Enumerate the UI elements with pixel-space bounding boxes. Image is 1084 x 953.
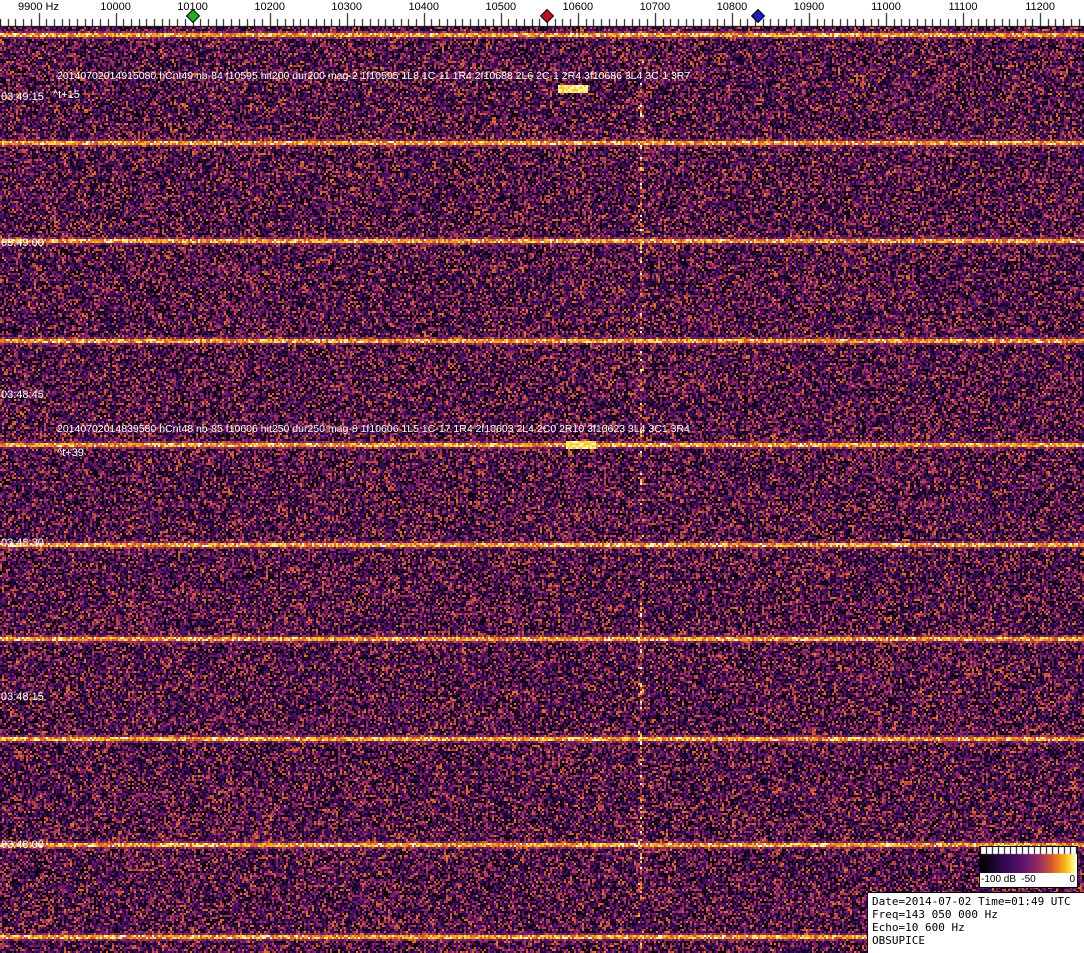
- freq-tick-label: 10400: [408, 1, 439, 13]
- freq-tick-label: 10000: [100, 1, 131, 13]
- info-echo: Echo=10 600 Hz: [872, 921, 1084, 934]
- info-box: Date=2014-07-02 Time=01:49 UTC Freq=143 …: [867, 892, 1084, 953]
- intensity-gradient-bar: [980, 847, 1077, 873]
- freq-tick-label: 10500: [485, 1, 516, 13]
- intensity-legend-labels: -100 dB -50 0: [980, 873, 1077, 887]
- info-station: OBSUPICE: [872, 934, 1084, 947]
- freq-tick-label: 10700: [640, 1, 671, 13]
- spectrogram-waterfall-canvas: [0, 27, 1084, 953]
- frequency-ruler: 9900 Hz 10000 10100 10200 10300 10400 10500 106…: [0, 0, 1084, 27]
- freq-tick-label: 10900: [794, 1, 825, 13]
- legend-max-label: 0: [1069, 874, 1075, 885]
- freq-tick-label: 9900 Hz: [18, 1, 59, 13]
- freq-tick-label: 10200: [254, 1, 285, 13]
- freq-tick-label: 10800: [717, 1, 748, 13]
- info-date-time: Date=2014-07-02 Time=01:49 UTC: [872, 895, 1084, 908]
- freq-tick-label: 11200: [1025, 1, 1055, 13]
- intensity-legend: -100 dB -50 0: [979, 846, 1078, 888]
- freq-tick-label: 10600: [563, 1, 594, 13]
- info-frequency: Freq=143 050 000 Hz: [872, 908, 1084, 921]
- freq-tick-label: 11100: [949, 1, 978, 13]
- spectrogram-app: 9900 Hz 10000 10100 10200 10300 10400 10500 106…: [0, 0, 1084, 953]
- freq-tick-label: 11000: [871, 1, 901, 13]
- legend-mid-label: -50: [1021, 874, 1035, 885]
- legend-min-label: -100 dB: [981, 874, 1016, 885]
- freq-tick-label: 10300: [331, 1, 362, 13]
